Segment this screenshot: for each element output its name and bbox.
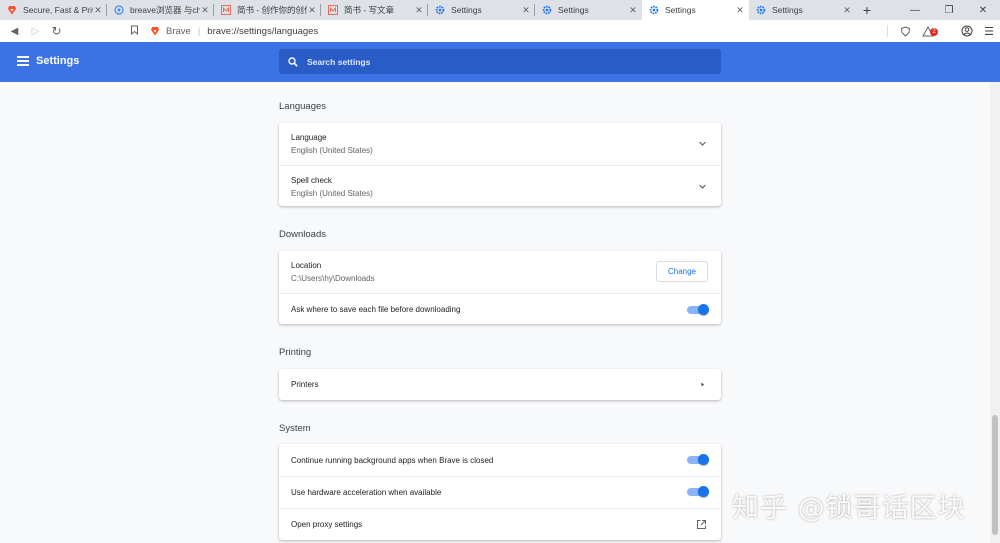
ask-where-toggle[interactable] [687, 304, 709, 315]
hardware-acceleration-toggle[interactable] [687, 486, 709, 497]
location-value: C:\Users\hy\Downloads [291, 274, 375, 283]
rewards-badge: 2 [930, 27, 938, 36]
background-apps-label: Continue running background apps when Br… [291, 456, 494, 465]
bookmark-icon[interactable] [130, 25, 150, 38]
printers-row[interactable]: Printers [279, 369, 721, 400]
gear-icon [756, 5, 766, 15]
minimize-icon[interactable]: — [898, 0, 932, 20]
system-card: Continue running background apps when Br… [279, 444, 721, 540]
reload-icon[interactable]: ↻ [46, 20, 67, 42]
section-title-printing: Printing [279, 347, 312, 358]
tab-title: Settings [451, 5, 482, 15]
jianshu-icon [221, 5, 231, 15]
forward-icon[interactable]: ▷ [25, 20, 46, 42]
spell-check-value: English (United States) [291, 189, 373, 198]
hardware-acceleration-row[interactable]: Use hardware acceleration when available [279, 476, 721, 508]
search-box[interactable] [279, 49, 721, 74]
menu-icon[interactable]: ☰ [978, 25, 1000, 38]
brave-rewards-icon[interactable]: 2 [916, 25, 940, 37]
open-in-new-icon[interactable] [696, 519, 707, 530]
spell-check-label: Spell check [291, 176, 332, 185]
tab-title: Settings [772, 5, 803, 15]
tab-settings-1[interactable]: Settings ✕ [428, 0, 535, 20]
tab-jianshu-create[interactable]: 简书 - 创作你的创作 ✕ [214, 0, 321, 20]
section-title-languages: Languages [279, 101, 327, 112]
brave-shields-icon[interactable] [894, 25, 916, 37]
tab-settings-4[interactable]: Settings ✕ [749, 0, 856, 20]
close-icon[interactable]: ✕ [93, 5, 103, 16]
tab-title: 简书 - 写文章 [344, 5, 395, 15]
tab-jianshu-write[interactable]: 简书 - 写文章 ✕ [321, 0, 428, 20]
close-icon[interactable]: ✕ [307, 5, 317, 16]
close-icon[interactable]: ✕ [628, 5, 638, 16]
close-icon[interactable]: ✕ [735, 5, 745, 16]
download-location-row: Location C:\Users\hy\Downloads Change [279, 251, 721, 293]
brave-lion-icon [7, 5, 17, 15]
tab-title: Secure, Fast & Priv [23, 5, 93, 15]
location-label: Location [291, 261, 322, 270]
tab-brave-home[interactable]: Secure, Fast & Priv ✕ [0, 0, 107, 20]
tab-title: breave浏览器 与chr [130, 5, 200, 15]
downloads-card: Location C:\Users\hy\Downloads Change As… [279, 251, 721, 324]
new-tab-button[interactable]: + [856, 0, 878, 20]
window-close-icon[interactable]: ✕ [966, 0, 1000, 20]
gear-icon [542, 5, 552, 15]
languages-card: Language English (United States) Spell c… [279, 123, 721, 206]
ask-where-row[interactable]: Ask where to save each file before downl… [279, 293, 721, 324]
window-controls: — ❐ ✕ [898, 0, 1000, 20]
tab-title: 简书 - 创作你的创作 [237, 5, 307, 15]
background-apps-toggle[interactable] [687, 454, 709, 465]
tab-strip: Secure, Fast & Priv ✕ breave浏览器 与chr ✕ 简… [0, 0, 1000, 20]
brave-lion-icon [150, 26, 166, 36]
chevron-right-icon[interactable] [698, 380, 707, 389]
printing-card: Printers [279, 369, 721, 400]
tab-title: Settings [665, 5, 696, 15]
scrollbar-thumb[interactable] [992, 415, 998, 535]
close-icon[interactable]: ✕ [842, 5, 852, 16]
proxy-settings-row[interactable]: Open proxy settings [279, 508, 721, 540]
brave-lion-outline-icon [114, 5, 124, 15]
page-title: Settings [36, 55, 80, 67]
omnibox-url[interactable]: brave://settings/languages [207, 26, 318, 37]
chevron-down-icon[interactable] [698, 139, 707, 148]
zhihu-watermark: 知乎 @锁哥话区块 [732, 493, 966, 524]
section-title-downloads: Downloads [279, 229, 326, 240]
tab-settings-active[interactable]: Settings ✕ [642, 0, 749, 20]
back-icon[interactable]: ◀ [4, 20, 25, 42]
jianshu-icon [328, 5, 338, 15]
proxy-settings-label: Open proxy settings [291, 520, 363, 529]
close-icon[interactable]: ✕ [521, 5, 531, 16]
omnibox-brand: Brave [166, 25, 191, 37]
browser-toolbar: ◀ ▷ ↻ Brave | brave://settings/languages… [0, 20, 1000, 42]
profile-icon[interactable] [956, 25, 978, 37]
language-row[interactable]: Language English (United States) [279, 123, 721, 165]
language-value: English (United States) [291, 146, 373, 155]
language-label: Language [291, 133, 327, 142]
restore-icon[interactable]: ❐ [932, 0, 966, 20]
tab-title: Settings [558, 5, 589, 15]
address-bar[interactable]: Brave | brave://settings/languages [130, 20, 810, 42]
hardware-acceleration-label: Use hardware acceleration when available [291, 488, 442, 497]
tab-settings-2[interactable]: Settings ✕ [535, 0, 642, 20]
chevron-down-icon[interactable] [698, 182, 707, 191]
close-icon[interactable]: ✕ [414, 5, 424, 16]
gear-icon [649, 5, 659, 15]
background-apps-row[interactable]: Continue running background apps when Br… [279, 444, 721, 476]
ask-where-label: Ask where to save each file before downl… [291, 305, 461, 314]
printers-label: Printers [291, 380, 319, 389]
gear-icon [435, 5, 445, 15]
toolbar-right: 2 ☰ [887, 20, 1000, 42]
section-title-system: System [279, 423, 311, 434]
tab-brave-compare[interactable]: breave浏览器 与chr ✕ [107, 0, 214, 20]
change-location-button[interactable]: Change [656, 261, 708, 282]
page-scrollbar[interactable] [990, 82, 1000, 543]
search-icon [288, 56, 298, 67]
hamburger-menu-icon[interactable] [17, 56, 29, 66]
spell-check-row[interactable]: Spell check English (United States) [279, 165, 721, 206]
search-input[interactable] [307, 56, 707, 67]
close-icon[interactable]: ✕ [200, 5, 210, 16]
